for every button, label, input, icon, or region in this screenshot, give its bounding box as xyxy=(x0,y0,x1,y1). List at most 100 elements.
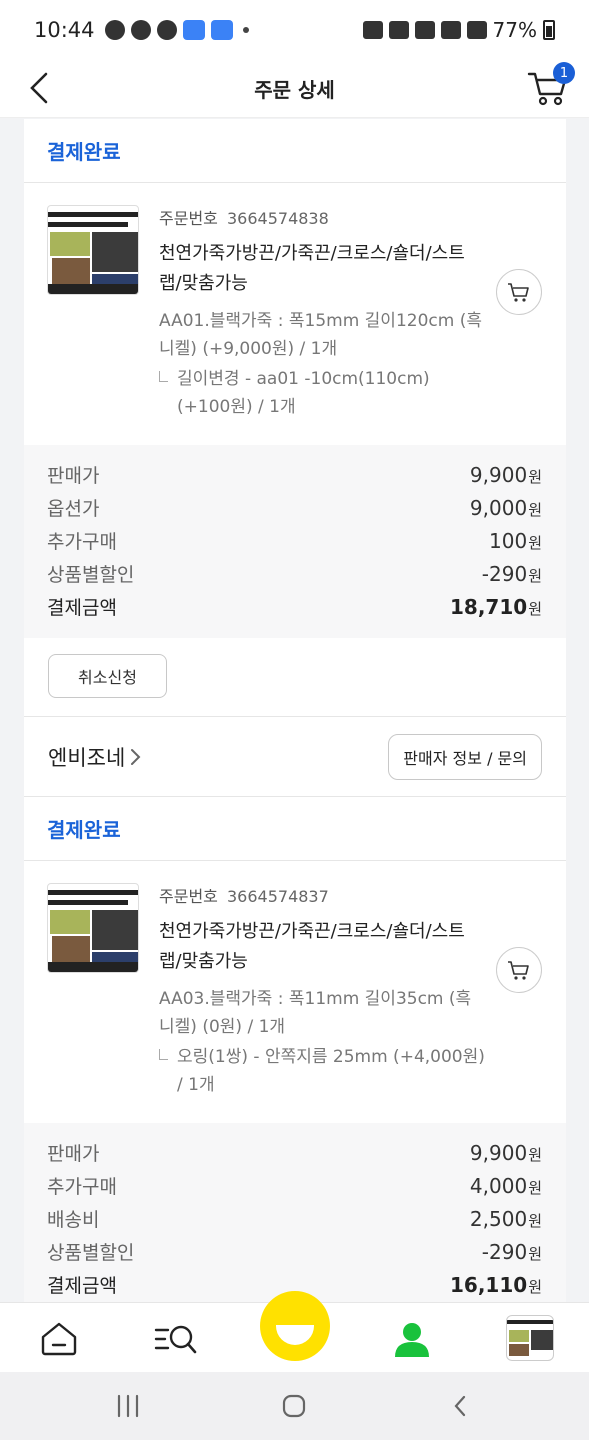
price-value: 100 xyxy=(489,529,528,553)
total-price-row: 결제금액 18,710원 xyxy=(47,593,542,626)
notification-icons xyxy=(104,20,249,40)
product-name[interactable]: 천연가죽가방끈/가죽끈/크로스/숄더/스트랩/맞춤가능 xyxy=(159,239,486,299)
price-label: 배송비 xyxy=(47,1209,100,1231)
product-info: 주문번호 3664574838 천연가죽가방끈/가죽끈/크로스/숄더/스트랩/맞… xyxy=(159,205,542,421)
sol-icon-2 xyxy=(210,20,233,40)
cart-button[interactable]: 1 xyxy=(527,62,575,108)
cancel-request-button[interactable]: 취소신청 xyxy=(48,654,167,698)
nav-home[interactable] xyxy=(37,1317,81,1361)
price-label: 추가구매 xyxy=(47,531,117,553)
price-row: 추가구매 4,000원 xyxy=(47,1172,542,1205)
order-number-row: 주문번호 3664574838 xyxy=(159,205,486,229)
price-value: 9,000 xyxy=(469,496,528,520)
add-to-cart-button[interactable] xyxy=(496,269,542,315)
product-name[interactable]: 천연가죽가방끈/가죽끈/크로스/숄더/스트랩/맞춤가능 xyxy=(159,917,486,977)
order-status-section: 결제완료 xyxy=(24,797,566,861)
price-unit: 원 xyxy=(528,1212,542,1230)
bottom-navigation xyxy=(0,1291,589,1372)
cancel-area: 취소신청 xyxy=(24,638,566,717)
instagram-icon xyxy=(130,20,151,40)
nav-smile[interactable] xyxy=(260,1291,330,1361)
order-product: 주문번호 3664574838 천연가죽가방끈/가죽끈/크로스/숄더/스트랩/맞… xyxy=(24,183,566,445)
search-menu-icon xyxy=(154,1325,197,1354)
seller-name-link[interactable]: 엔비조네 xyxy=(48,742,143,772)
battery-icon xyxy=(543,20,555,40)
back-button[interactable] xyxy=(24,70,54,106)
price-unit: 원 xyxy=(528,534,542,552)
recent-apps-icon xyxy=(117,1394,139,1418)
price-row: 배송비 2,500원 xyxy=(47,1205,542,1238)
product-info: 주문번호 3664574837 천연가죽가방끈/가죽끈/크로스/숄더/스트랩/맞… xyxy=(159,883,542,1099)
back-arrow-icon xyxy=(454,1395,466,1417)
home-circle-icon xyxy=(282,1394,306,1418)
cloud-icon xyxy=(156,20,177,40)
system-back-button[interactable] xyxy=(440,1390,480,1422)
total-value: 18,710 xyxy=(450,595,528,619)
total-value: 16,110 xyxy=(450,1273,528,1297)
price-label: 상품별할인 xyxy=(47,564,135,586)
total-label: 결제금액 xyxy=(47,1275,117,1297)
price-unit: 원 xyxy=(528,1146,542,1164)
product-sub-option: 오링(1쌍) - 안쪽지름 25mm (+4,000원) / 1개 xyxy=(159,1043,486,1099)
nav-search-menu[interactable] xyxy=(154,1317,198,1361)
status-time: 10:44 xyxy=(34,18,95,42)
product-option: AA01.블랙가죽 : 폭15mm 길이120cm (흑니켈) (+9,000원… xyxy=(159,311,482,359)
sol-icon xyxy=(182,20,205,40)
smile-icon xyxy=(276,1325,314,1345)
order-number-row: 주문번호 3664574837 xyxy=(159,883,486,907)
price-row: 상품별할인 -290원 xyxy=(47,1238,542,1271)
price-value: 4,000 xyxy=(469,1174,528,1198)
order-detail-content: 결제완료 주문번호 3664574838 천연가죽가방끈/가죽끈/크로스/숄더/… xyxy=(24,119,566,1302)
price-label: 옵션가 xyxy=(47,498,100,520)
recent-apps-button[interactable] xyxy=(108,1390,148,1422)
cart-icon xyxy=(508,961,529,980)
price-label: 상품별할인 xyxy=(47,1242,135,1264)
status-bar: 10:44 77% xyxy=(0,0,589,60)
cart-icon xyxy=(508,283,529,302)
order-product: 주문번호 3664574837 천연가죽가방끈/가죽끈/크로스/숄더/스트랩/맞… xyxy=(24,861,566,1123)
price-unit: 원 xyxy=(528,501,542,519)
chevron-left-icon xyxy=(30,72,48,104)
seller-info-button[interactable]: 판매자 정보 / 문의 xyxy=(388,733,542,780)
price-row: 판매가 9,900원 xyxy=(47,461,542,494)
person-icon xyxy=(395,1323,429,1357)
price-unit: 원 xyxy=(528,1278,542,1296)
price-value: -290 xyxy=(481,562,528,586)
product-option: AA03.블랙가죽 : 폭11mm 길이35cm (흑니켈) (0원) / 1개 xyxy=(159,989,472,1037)
price-row: 판매가 9,900원 xyxy=(47,1139,542,1172)
product-thumbnail[interactable] xyxy=(47,205,139,295)
price-summary: 판매가 9,900원 추가구매 4,000원 배송비 2,500원 상품별할인 … xyxy=(24,1123,566,1302)
seller-row: 엔비조네 판매자 정보 / 문의 xyxy=(24,717,566,797)
battery-percent: 77% xyxy=(492,18,537,42)
cart-count-badge: 1 xyxy=(553,62,575,84)
system-status: 77% xyxy=(362,18,555,42)
price-unit: 원 xyxy=(528,600,542,618)
price-unit: 원 xyxy=(528,468,542,486)
total-label: 결제금액 xyxy=(47,597,117,619)
price-unit: 원 xyxy=(528,1179,542,1197)
lock-icon xyxy=(362,21,383,39)
nav-recent-product[interactable] xyxy=(506,1315,554,1361)
page-title: 주문 상세 xyxy=(254,78,335,102)
price-label: 추가구매 xyxy=(47,1176,117,1198)
price-unit: 원 xyxy=(528,1245,542,1263)
home-system-button[interactable] xyxy=(274,1390,314,1422)
order-number-label: 주문번호 xyxy=(159,887,218,906)
product-thumbnail[interactable] xyxy=(47,883,139,973)
price-label: 판매가 xyxy=(47,1143,100,1165)
price-row: 추가구매 100원 xyxy=(47,527,542,560)
more-dot-icon xyxy=(242,27,249,33)
app-header: 주문 상세 1 xyxy=(0,60,589,118)
alarm-icon xyxy=(388,21,409,39)
system-navigation xyxy=(0,1372,589,1440)
price-value: -290 xyxy=(481,1240,528,1264)
seller-name: 엔비조네 xyxy=(48,745,126,770)
order-status-section: 결제완료 xyxy=(24,119,566,183)
chevron-right-icon xyxy=(131,748,141,765)
add-to-cart-button[interactable] xyxy=(496,947,542,993)
nav-my-page[interactable] xyxy=(390,1317,434,1361)
price-label: 판매가 xyxy=(47,465,100,487)
price-value: 9,900 xyxy=(469,463,528,487)
price-row: 옵션가 9,000원 xyxy=(47,494,542,527)
order-status: 결제완료 xyxy=(47,140,121,164)
